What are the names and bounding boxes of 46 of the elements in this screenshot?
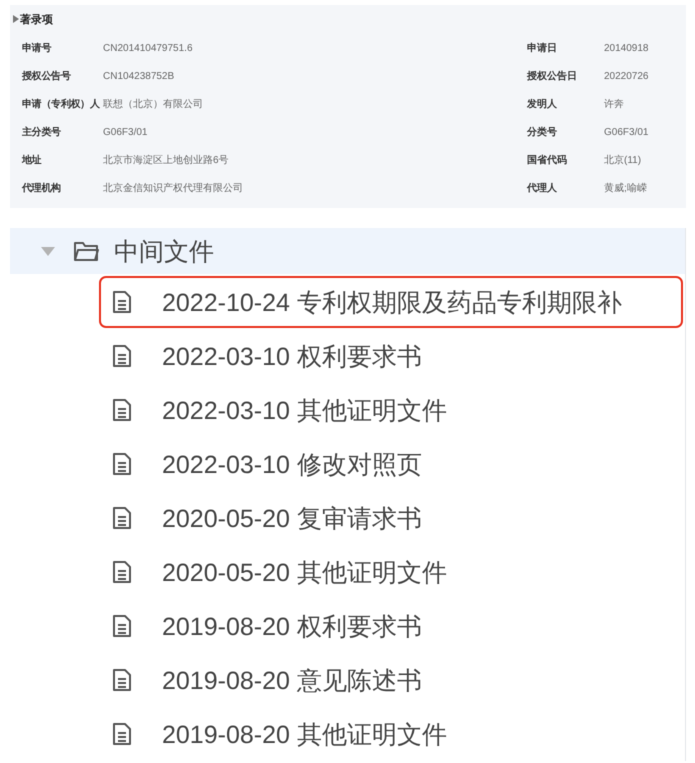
field-label: 授权公告日 (526, 70, 578, 83)
file-item[interactable]: 2019-08-20 权利要求书 (99, 600, 683, 652)
document-icon (112, 668, 132, 692)
expand-triangle-icon[interactable] (13, 15, 19, 23)
field-label: 申请号 (21, 42, 52, 55)
field-value: 许奔 (604, 98, 624, 111)
file-item[interactable]: 2022-10-24 专利权期限及药品专利期限补 (99, 276, 683, 328)
field-label: 申请（专利权）人 (21, 98, 101, 111)
field-value: 黄威;喻嵘 (604, 182, 647, 195)
file-item[interactable]: 2022-03-10 其他证明文件 (99, 384, 683, 436)
file-item[interactable]: 2020-05-20 其他证明文件 (99, 546, 683, 598)
file-item[interactable]: 2019-08-20 意见陈述书 (99, 654, 683, 706)
field-value: 北京(11) (604, 154, 642, 167)
field-value: 北京市海淀区上地创业路6号 (103, 154, 229, 167)
field-value: G06F3/01 (103, 126, 148, 138)
folder-row[interactable]: 中间文件 (10, 228, 685, 274)
field-value: G06F3/01 (604, 126, 648, 138)
field-label: 代理机构 (20, 182, 62, 195)
field-value: 20220726 (604, 70, 648, 82)
field-label: 发明人 (526, 98, 558, 111)
file-item[interactable]: 2022-03-10 修改对照页 (99, 438, 683, 490)
field-value: 北京金信知识产权代理有限公司 (103, 182, 243, 195)
field-label: 申请日 (526, 42, 558, 55)
document-icon (112, 344, 132, 368)
section-title: 著录项 (20, 12, 53, 26)
document-icon (112, 506, 132, 530)
field-value: CN201410479751.6 (103, 42, 193, 54)
document-icon (112, 398, 132, 422)
folder-icon (73, 240, 99, 262)
field-label: 授权公告号 (20, 70, 72, 83)
field-label: 代理人 (526, 182, 558, 195)
document-icon (112, 452, 132, 476)
file-item[interactable]: 2019-08-20 其他证明文件 (99, 708, 683, 760)
field-value: CN104238752B (103, 70, 174, 82)
field-value: 20140918 (604, 42, 648, 54)
document-icon (112, 614, 132, 638)
field-label: 国省代码 (526, 154, 568, 167)
document-icon (112, 560, 132, 584)
document-icon (112, 722, 132, 746)
field-label: 分类号 (526, 126, 558, 139)
document-icon (112, 290, 132, 314)
field-label: 地址 (20, 154, 42, 167)
field-value: 联想（北京）有限公司 (103, 98, 203, 111)
file-item[interactable]: 2022-03-10 权利要求书 (99, 330, 683, 382)
field-label: 主分类号 (21, 125, 62, 139)
file-item[interactable]: 2020-05-20 复审请求书 (99, 492, 683, 544)
